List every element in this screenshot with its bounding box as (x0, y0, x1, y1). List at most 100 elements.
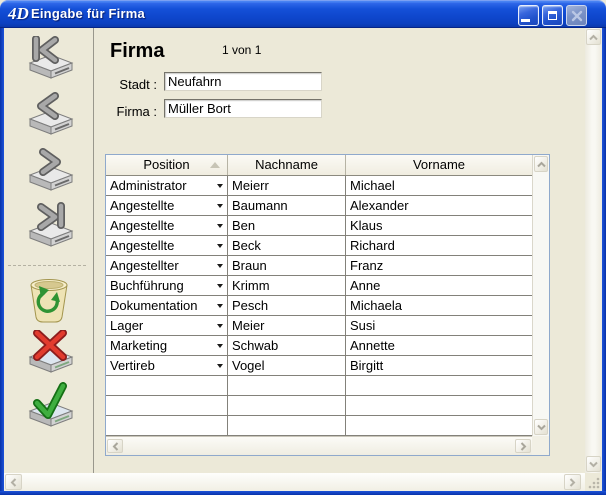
cancel-record-button[interactable] (22, 330, 78, 376)
position-value: Angestellte (110, 218, 174, 233)
table-row: Angestellte Baumann Alexander (106, 196, 532, 216)
resize-grip[interactable] (585, 473, 602, 491)
delete-record-button[interactable] (24, 276, 74, 324)
accept-record-icon (22, 382, 78, 430)
dropdown-arrow-icon[interactable] (217, 244, 223, 248)
window-vscrollbar[interactable] (585, 28, 602, 473)
nachname-cell[interactable]: Meier (228, 316, 346, 335)
table-row: Angestellter Braun Franz (106, 256, 532, 276)
chevron-down-icon (589, 461, 598, 468)
dropdown-arrow-icon[interactable] (217, 224, 223, 228)
position-value: Angestellter (110, 258, 179, 273)
position-cell[interactable]: Angestellter (106, 256, 228, 275)
nachname-cell[interactable]: Meierr (228, 176, 346, 195)
table-hscrollbar[interactable] (106, 436, 532, 455)
nachname-cell[interactable]: Schwab (228, 336, 346, 355)
window-scroll-right-button[interactable] (564, 474, 581, 490)
next-record-icon (22, 148, 78, 194)
table-row-empty (106, 396, 532, 416)
vorname-cell[interactable] (346, 416, 532, 435)
window-scroll-up-button[interactable] (586, 29, 601, 45)
first-record-button[interactable] (22, 36, 78, 82)
dropdown-arrow-icon[interactable] (217, 184, 223, 188)
sidebar-divider (93, 28, 94, 473)
nachname-cell[interactable] (228, 416, 346, 435)
nachname-cell[interactable]: Vogel (228, 356, 346, 375)
vorname-cell[interactable] (346, 396, 532, 415)
position-cell[interactable] (106, 396, 228, 415)
vorname-cell[interactable]: Michael (346, 176, 532, 195)
vorname-cell[interactable]: Birgitt (346, 356, 532, 375)
table-row: Lager Meier Susi (106, 316, 532, 336)
dropdown-arrow-icon[interactable] (217, 324, 223, 328)
last-record-button[interactable] (22, 202, 78, 250)
close-button[interactable] (566, 5, 587, 26)
column-header-vorname[interactable]: Vorname (346, 155, 532, 175)
previous-record-button[interactable] (22, 92, 78, 138)
stadt-field[interactable] (164, 72, 322, 91)
vorname-cell[interactable]: Anne (346, 276, 532, 295)
cancel-record-icon (22, 330, 78, 376)
vorname-cell[interactable]: Richard (346, 236, 532, 255)
minimize-icon (521, 19, 530, 22)
window-hscrollbar[interactable] (4, 473, 585, 491)
minimize-button[interactable] (518, 5, 539, 26)
position-cell[interactable] (106, 416, 228, 435)
table-body: Administrator Meierr Michael Angestellte… (106, 176, 532, 436)
table-row: Administrator Meierr Michael (106, 176, 532, 196)
nachname-cell[interactable] (228, 396, 346, 415)
dropdown-arrow-icon[interactable] (217, 284, 223, 288)
title-bar[interactable]: 4D Eingabe für Firma (0, 0, 606, 28)
vorname-cell[interactable] (346, 376, 532, 395)
nachname-cell[interactable] (228, 376, 346, 395)
position-cell[interactable] (106, 376, 228, 395)
nachname-cell[interactable]: Baumann (228, 196, 346, 215)
window-border-left (0, 28, 4, 495)
vorname-cell[interactable]: Michaela (346, 296, 532, 315)
vorname-cell[interactable]: Franz (346, 256, 532, 275)
dropdown-arrow-icon[interactable] (217, 344, 223, 348)
accept-record-button[interactable] (22, 382, 78, 430)
nachname-cell[interactable]: Beck (228, 236, 346, 255)
vorname-cell[interactable]: Annette (346, 336, 532, 355)
position-cell[interactable]: Administrator (106, 176, 228, 195)
table-row: Angestellte Ben Klaus (106, 216, 532, 236)
maximize-button[interactable] (542, 5, 563, 26)
position-value: Angestellte (110, 238, 174, 253)
vorname-cell[interactable]: Susi (346, 316, 532, 335)
table-scroll-down-button[interactable] (534, 419, 548, 435)
chevron-left-icon (112, 442, 119, 451)
window-scroll-down-button[interactable] (586, 456, 601, 472)
position-cell[interactable]: Marketing (106, 336, 228, 355)
vorname-cell[interactable]: Alexander (346, 196, 532, 215)
column-header-nachname[interactable]: Nachname (228, 155, 346, 175)
position-cell[interactable]: Lager (106, 316, 228, 335)
nachname-cell[interactable]: Krimm (228, 276, 346, 295)
position-cell[interactable]: Angestellte (106, 216, 228, 235)
vorname-cell[interactable]: Klaus (346, 216, 532, 235)
nachname-cell[interactable]: Ben (228, 216, 346, 235)
dropdown-arrow-icon[interactable] (217, 364, 223, 368)
dropdown-arrow-icon[interactable] (217, 304, 223, 308)
table-header-row: Position Nachname Vorname (106, 155, 532, 176)
table-row: Angestellte Beck Richard (106, 236, 532, 256)
position-cell[interactable]: Angestellte (106, 236, 228, 255)
position-cell[interactable]: Vertireb (106, 356, 228, 375)
table-vscrollbar[interactable] (532, 155, 549, 436)
column-header-position[interactable]: Position (106, 155, 228, 175)
firma-field[interactable] (164, 99, 322, 118)
close-icon (571, 10, 583, 22)
table-scroll-up-button[interactable] (534, 156, 548, 172)
nachname-cell[interactable]: Braun (228, 256, 346, 275)
stadt-label: Stadt : (103, 77, 157, 92)
position-cell[interactable]: Buchführung (106, 276, 228, 295)
window-scroll-left-button[interactable] (5, 474, 22, 490)
dropdown-arrow-icon[interactable] (217, 204, 223, 208)
dropdown-arrow-icon[interactable] (217, 264, 223, 268)
table-scroll-left-button[interactable] (107, 439, 123, 453)
next-record-button[interactable] (22, 148, 78, 194)
nachname-cell[interactable]: Pesch (228, 296, 346, 315)
position-cell[interactable]: Dokumentation (106, 296, 228, 315)
position-cell[interactable]: Angestellte (106, 196, 228, 215)
table-scroll-right-button[interactable] (515, 439, 531, 453)
